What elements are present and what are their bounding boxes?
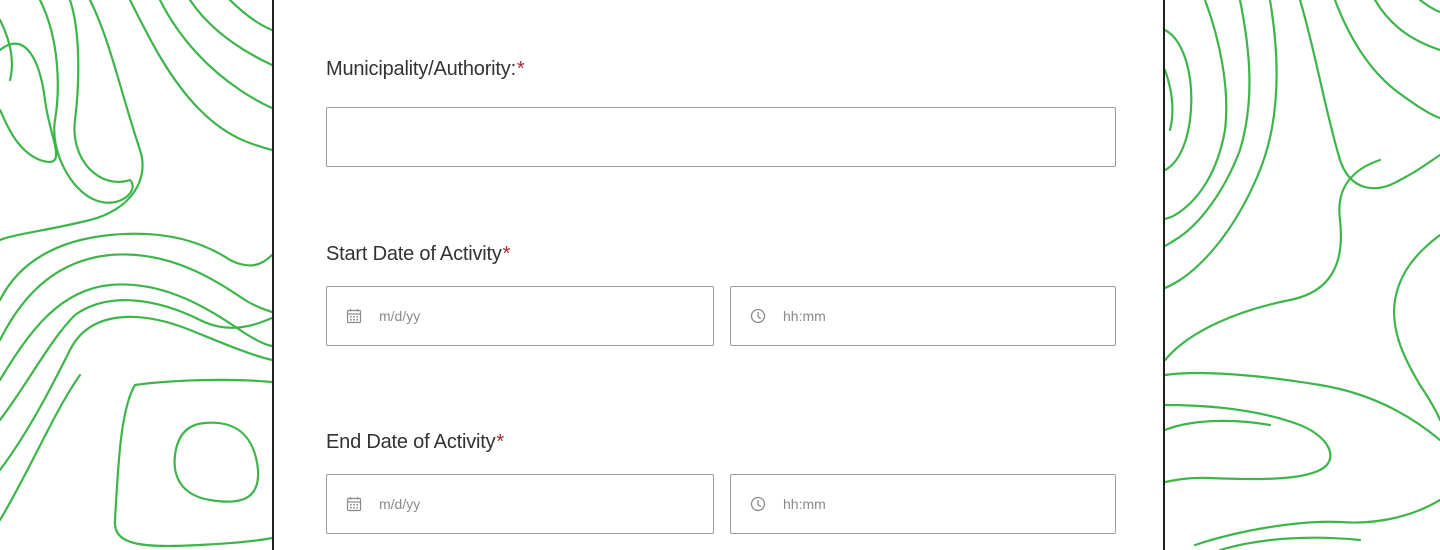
clock-icon — [749, 307, 767, 325]
time-placeholder: hh:mm — [783, 308, 826, 324]
date-placeholder: m/d/yy — [379, 496, 421, 512]
required-marker: * — [516, 58, 525, 80]
contour-line — [0, 42, 58, 163]
calendar-icon — [345, 495, 363, 513]
end-date-label: End Date of Activity* — [326, 431, 504, 454]
calendar-icon — [345, 307, 363, 325]
municipality-label: Municipality/Authority:* — [326, 58, 525, 81]
start-time-input[interactable]: hh:mm — [730, 286, 1116, 346]
required-marker: * — [496, 431, 505, 453]
end-time-input[interactable]: hh:mm — [730, 474, 1116, 534]
page: Municipality/Authority:* Start Date of A… — [0, 0, 1440, 550]
municipality-input[interactable] — [326, 107, 1116, 167]
start-date-label: Start Date of Activity* — [326, 243, 510, 266]
end-date-label-text: End Date of Activity — [326, 431, 496, 453]
time-placeholder: hh:mm — [783, 496, 826, 512]
clock-icon — [749, 495, 767, 513]
start-date-label-text: Start Date of Activity — [326, 243, 502, 265]
end-date-input[interactable]: m/d/yy — [326, 474, 714, 534]
municipality-label-text: Municipality/Authority: — [326, 58, 516, 80]
required-marker: * — [502, 243, 511, 265]
form-card: Municipality/Authority:* Start Date of A… — [272, 0, 1165, 550]
date-placeholder: m/d/yy — [379, 308, 421, 324]
start-date-input[interactable]: m/d/yy — [326, 286, 714, 346]
